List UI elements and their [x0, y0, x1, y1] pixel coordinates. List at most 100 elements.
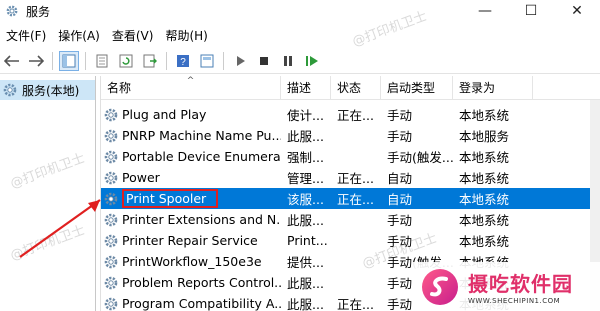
console-tree-pane: 服务(本地)	[0, 76, 96, 311]
service-name: Power	[122, 170, 160, 185]
service-name: Print Spooler	[122, 189, 219, 208]
sort-arrow-icon: ^	[186, 76, 195, 86]
service-status	[331, 272, 381, 293]
service-startup-type: 自动	[387, 171, 413, 186]
svg-text:?: ?	[180, 57, 186, 68]
stop-service-icon[interactable]	[254, 51, 274, 71]
service-name: Plug and Play	[122, 107, 207, 122]
service-gear-icon	[103, 170, 119, 186]
console-view-icon[interactable]	[197, 51, 217, 71]
service-row[interactable]: Portable Device Enumera... 强制... 手动(触发... 本…	[101, 146, 600, 167]
menu-file[interactable]: 文件(F)	[0, 27, 52, 44]
service-log-on-as: 本地系统	[459, 108, 510, 123]
service-row[interactable]: Print Spooler 该服... 正在... 自动 本地系统	[101, 188, 600, 209]
column-header-label: 状态	[337, 80, 362, 95]
service-name-cell: Printer Repair Service	[101, 230, 281, 251]
service-gear-icon	[103, 254, 119, 270]
services-gear-icon	[4, 3, 20, 19]
pause-service-icon[interactable]	[278, 51, 298, 71]
menu-view[interactable]: 查看(V)	[106, 27, 160, 44]
brand-url: WWW.SHECHIPIN1.COM	[468, 297, 561, 305]
toolbar: ?	[0, 48, 600, 74]
back-arrow-icon[interactable]	[2, 51, 22, 71]
menu-action[interactable]: 操作(A)	[52, 27, 106, 44]
column-header-name[interactable]: ^ 名称	[101, 76, 281, 100]
service-name: Printer Repair Service	[122, 233, 258, 248]
service-description: 该服...	[287, 192, 324, 207]
brand-name: 摄吃软件园	[468, 272, 573, 296]
service-description: 强制...	[287, 150, 324, 165]
service-log-on-as: 本地系统	[459, 171, 510, 186]
column-header-label: 描述	[287, 80, 312, 95]
service-description: 此服...	[287, 129, 324, 144]
service-gear-icon	[103, 128, 119, 144]
service-row[interactable]: Printer Extensions and N... 此服... 手动 本地系统	[101, 209, 600, 230]
service-description: Print...	[287, 233, 328, 248]
refresh-icon[interactable]	[116, 51, 136, 71]
column-header-status[interactable]: 状态	[331, 76, 381, 100]
column-header-label: 名称	[107, 80, 132, 95]
service-row[interactable]: Plug and Play 使计... 正在... 手动 本地系统	[101, 104, 600, 125]
service-gear-icon	[103, 275, 119, 291]
close-button[interactable]: ✕	[554, 0, 600, 22]
toolbar-divider	[52, 51, 53, 70]
console-tree-icon[interactable]	[59, 50, 79, 71]
service-name-cell: PNRP Machine Name Pu...	[101, 125, 281, 146]
service-name: Problem Reports Control...	[122, 275, 281, 290]
service-description: 此服...	[287, 297, 324, 311]
restart-service-icon[interactable]	[302, 51, 322, 71]
service-log-on-as: 本地系统	[459, 234, 510, 249]
service-gear-icon	[103, 233, 119, 249]
service-startup-type: 手动	[387, 213, 413, 228]
service-description: 使计...	[287, 108, 324, 123]
service-startup-type: 自动	[387, 192, 413, 207]
service-name: Printer Extensions and N...	[122, 212, 281, 227]
service-status	[331, 125, 381, 146]
maximize-button[interactable]: ☐	[508, 0, 554, 22]
service-name: Portable Device Enumera...	[122, 149, 281, 164]
service-gear-icon	[103, 107, 119, 123]
column-header-label: 登录为	[459, 80, 496, 95]
tree-item-label: 服务(本地)	[22, 83, 80, 98]
service-row[interactable]: Printer Repair Service Print... 手动 本地系统	[101, 230, 600, 251]
service-status	[331, 209, 381, 230]
column-header-description[interactable]: 描述	[281, 76, 331, 100]
service-description: 提供...	[287, 255, 324, 270]
service-name-cell: Problem Reports Control...	[101, 272, 281, 293]
column-header-label: 启动类型	[387, 80, 436, 95]
service-name-cell: Portable Device Enumera...	[101, 146, 281, 167]
service-description: 此服...	[287, 213, 324, 228]
column-header-log-on-as[interactable]: 登录为	[453, 76, 533, 100]
service-log-on-as: 本地系统	[459, 192, 510, 207]
brand-logo-badge: 摄吃软件园 WWW.SHECHIPIN1.COM	[412, 262, 600, 311]
service-startup-type: 手动	[387, 108, 413, 123]
service-row[interactable]: PNRP Machine Name Pu... 此服... 手动 本地服务	[101, 125, 600, 146]
service-description: 此服...	[287, 276, 324, 291]
properties-icon[interactable]	[92, 51, 112, 71]
service-name-cell: Program Compatibility A...	[101, 293, 281, 311]
service-status	[331, 146, 381, 167]
service-name: PrintWorkflow_150e3e	[122, 254, 262, 269]
service-row[interactable]: Power 管理... 正在... 自动 本地系统	[101, 167, 600, 188]
window-title: 服务	[26, 4, 51, 19]
column-header-row: ^ 名称 描述 状态 启动类型 登录为	[101, 76, 600, 100]
service-description: 管理...	[287, 171, 324, 186]
forward-arrow-icon[interactable]	[26, 51, 46, 71]
help-icon[interactable]: ?	[173, 51, 193, 71]
service-gear-icon	[103, 191, 119, 207]
service-status: 正在...	[337, 297, 374, 311]
service-log-on-as: 本地服务	[459, 129, 510, 144]
service-gear-icon	[103, 149, 119, 165]
export-list-icon[interactable]	[140, 51, 160, 71]
toolbar-divider	[166, 51, 167, 70]
services-gear-icon	[3, 83, 17, 97]
menu-help[interactable]: 帮助(H)	[159, 27, 213, 44]
start-service-icon[interactable]	[230, 51, 250, 71]
minimize-button[interactable]: —	[462, 0, 508, 22]
title-bar: 服务 — ☐ ✕	[0, 0, 600, 22]
tree-item-services-local[interactable]: 服务(本地)	[0, 80, 95, 100]
service-startup-type: 手动(触发...	[387, 150, 453, 165]
service-name: Program Compatibility A...	[122, 296, 281, 311]
column-header-startup-type[interactable]: 启动类型	[381, 76, 453, 100]
service-log-on-as: 本地系统	[459, 150, 510, 165]
